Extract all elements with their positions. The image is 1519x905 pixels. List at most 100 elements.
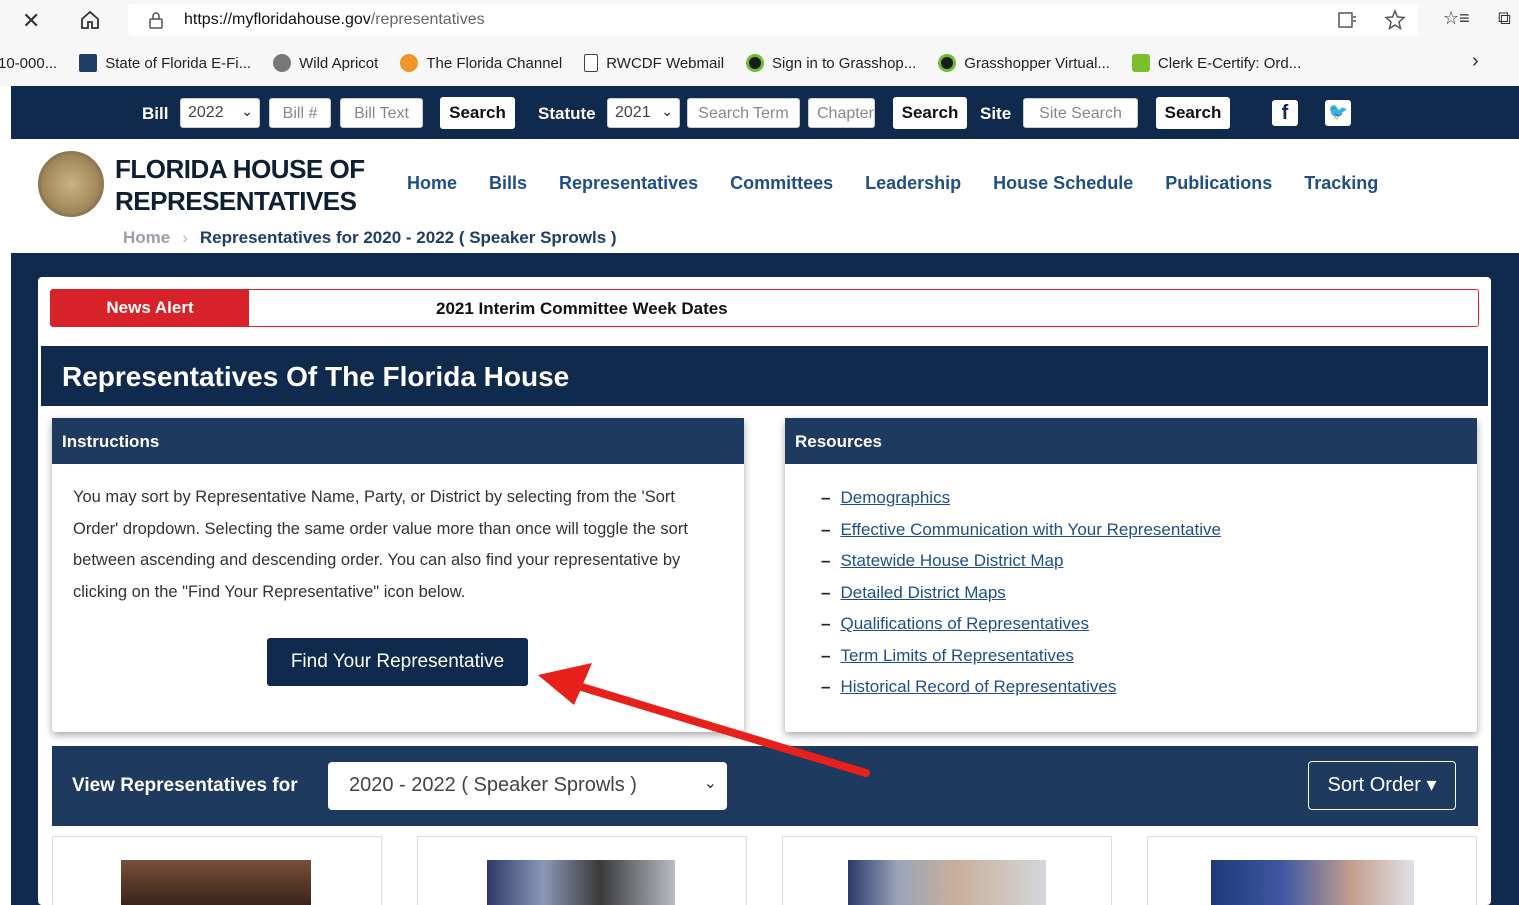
bookmark-item[interactable]: Sign in to Grasshop...: [746, 54, 916, 72]
link-demographics[interactable]: Demographics: [840, 482, 950, 514]
bookmark-label: RWCDF Webmail: [606, 54, 725, 72]
session-select-value: 2020 - 2022 ( Speaker Sprowls ): [349, 774, 637, 796]
nav-tracking[interactable]: Tracking: [1304, 173, 1378, 194]
list-item: – Historical Record of Representatives: [821, 671, 1221, 703]
list-item: – Qualifications of Representatives: [821, 608, 1221, 640]
chevron-down-icon: ⌄: [241, 103, 253, 119]
news-alert: News Alert 2021 Interim Committee Week D…: [50, 289, 1479, 327]
bookmark-item[interactable]: Grasshopper Virtual...: [938, 54, 1110, 72]
nav-committees[interactable]: Committees: [730, 173, 833, 194]
find-your-representative-button[interactable]: Find Your Representative: [267, 638, 528, 686]
instructions-heading: Instructions: [52, 418, 744, 464]
brand-line-2: REPRESENTATIVES: [115, 186, 357, 216]
nav-bills[interactable]: Bills: [489, 173, 527, 194]
dash-icon: –: [821, 614, 831, 633]
bill-text-input[interactable]: Bill Text: [340, 98, 423, 128]
representative-photo: [848, 860, 1046, 905]
bookmark-item[interactable]: State of Florida E-Fi...: [79, 54, 251, 72]
nav-leadership[interactable]: Leadership: [865, 173, 961, 194]
resources-heading: Resources: [785, 418, 1477, 464]
bookmark-item[interactable]: Clerk E-Certify: Ord...: [1131, 54, 1301, 72]
link-detailed-district-maps[interactable]: Detailed District Maps: [840, 577, 1005, 609]
close-icon[interactable]: ✕: [22, 8, 40, 34]
bookmark-label: 10-000...: [0, 54, 58, 72]
caret-down-icon: ▾: [1426, 774, 1437, 796]
statute-label: Statute: [538, 104, 596, 123]
site-search-input[interactable]: Site Search: [1023, 98, 1138, 128]
chevron-right-icon[interactable]: ›: [1472, 50, 1479, 73]
reader-view-icon[interactable]: [1336, 9, 1358, 31]
list-item: – Detailed District Maps: [821, 577, 1221, 609]
nav-representatives[interactable]: Representatives: [559, 173, 698, 194]
statute-year-select[interactable]: 2021 ⌄: [607, 98, 680, 128]
nav-publications[interactable]: Publications: [1165, 173, 1272, 194]
link-term-limits[interactable]: Term Limits of Representatives: [840, 640, 1073, 672]
ecertify-icon: [1131, 54, 1150, 72]
dash-icon: –: [821, 488, 831, 507]
list-item: – Demographics: [821, 482, 1221, 514]
view-representatives-label: View Representatives for: [72, 775, 298, 796]
list-item: – Statewide House District Map: [821, 545, 1221, 577]
facc-icon: [79, 54, 98, 72]
view-representatives-bar: View Representatives for 2020 - 2022 ( S…: [52, 746, 1478, 826]
twitter-icon[interactable]: 🐦: [1325, 100, 1351, 126]
representative-card[interactable]: [417, 836, 747, 905]
dash-icon: –: [821, 551, 831, 570]
bill-year-value: 2022: [188, 104, 224, 121]
representative-card[interactable]: [782, 836, 1112, 905]
chapter-input[interactable]: Chapter: [808, 98, 875, 128]
sort-order-label: Sort Order: [1327, 774, 1421, 796]
globe-icon: [273, 54, 292, 72]
home-icon[interactable]: [78, 8, 102, 32]
link-qualifications[interactable]: Qualifications of Representatives: [840, 608, 1089, 640]
breadcrumb-current: Representatives for 2020 - 2022 ( Speake…: [199, 228, 617, 247]
representative-photo: [1211, 860, 1414, 905]
page-title: Representatives Of The Florida House: [62, 361, 570, 392]
site-brand[interactable]: FLORIDA HOUSE OF REPRESENTATIVES: [115, 153, 365, 217]
url-text[interactable]: https://myfloridahouse.gov/representativ…: [184, 11, 485, 29]
representative-card[interactable]: [52, 836, 382, 905]
search-term-input[interactable]: Search Term: [687, 98, 800, 128]
bookmark-label: Sign in to Grasshop...: [772, 54, 917, 72]
link-effective-communication[interactable]: Effective Communication with Your Repres…: [840, 514, 1221, 546]
bookmark-item[interactable]: 10-000...: [0, 55, 57, 72]
page-title-bar: Representatives Of The Florida House: [41, 346, 1488, 406]
link-historical-record[interactable]: Historical Record of Representatives: [840, 671, 1116, 703]
collections-icon[interactable]: ⧉: [1498, 8, 1511, 29]
site-search-button[interactable]: Search: [1156, 97, 1230, 129]
dash-icon: –: [821, 519, 831, 539]
site-label: Site: [980, 104, 1012, 123]
sort-order-button[interactable]: Sort Order ▾: [1308, 761, 1456, 810]
brand-line-1: FLORIDA HOUSE OF: [115, 154, 365, 184]
bookmark-label: Wild Apricot: [299, 54, 379, 72]
main-nav: Home Bills Representatives Committees Le…: [407, 173, 1378, 194]
bill-number-input[interactable]: Bill #: [269, 98, 331, 128]
news-alert-message[interactable]: 2021 Interim Committee Week Dates: [436, 299, 728, 319]
statute-year-value: 2021: [615, 104, 651, 121]
nav-house-schedule[interactable]: House Schedule: [993, 173, 1133, 194]
link-statewide-district-map[interactable]: Statewide House District Map: [840, 545, 1063, 577]
facebook-icon[interactable]: f: [1272, 100, 1298, 126]
breadcrumb-home[interactable]: Home: [123, 228, 170, 248]
page-icon: [584, 54, 599, 72]
favorites-icon[interactable]: ☆≡: [1443, 8, 1470, 29]
bill-year-select[interactable]: 2022 ⌄: [180, 98, 260, 128]
address-bar[interactable]: https://myfloridahouse.gov/representativ…: [128, 4, 1418, 36]
nav-home[interactable]: Home: [407, 173, 457, 194]
bookmark-item[interactable]: RWCDF Webmail: [584, 54, 724, 72]
browser-chrome: ✕ https://myfloridahouse.gov/representat…: [0, 0, 1519, 86]
statute-search-button[interactable]: Search: [893, 97, 967, 129]
representative-card[interactable]: [1147, 836, 1477, 905]
resources-panel: Resources – Demographics – Effective Commu…: [785, 418, 1477, 732]
chevron-down-icon: ⌄: [661, 103, 673, 119]
add-favorite-icon[interactable]: [1384, 9, 1406, 31]
bookmarks-bar: 10-000... State of Florida E-Fi... Wild …: [0, 48, 1519, 78]
bill-search-button[interactable]: Search: [440, 97, 515, 129]
house-seal-logo[interactable]: [38, 151, 104, 217]
bookmark-item[interactable]: Wild Apricot: [273, 54, 378, 72]
session-select[interactable]: 2020 - 2022 ( Speaker Sprowls ) ⌄: [328, 762, 727, 810]
news-alert-tag: News Alert: [51, 290, 249, 326]
chevron-down-icon: ⌄: [703, 775, 717, 792]
bookmark-item[interactable]: The Florida Channel: [400, 54, 562, 72]
instructions-panel: Instructions You may sort by Representat…: [52, 418, 744, 732]
